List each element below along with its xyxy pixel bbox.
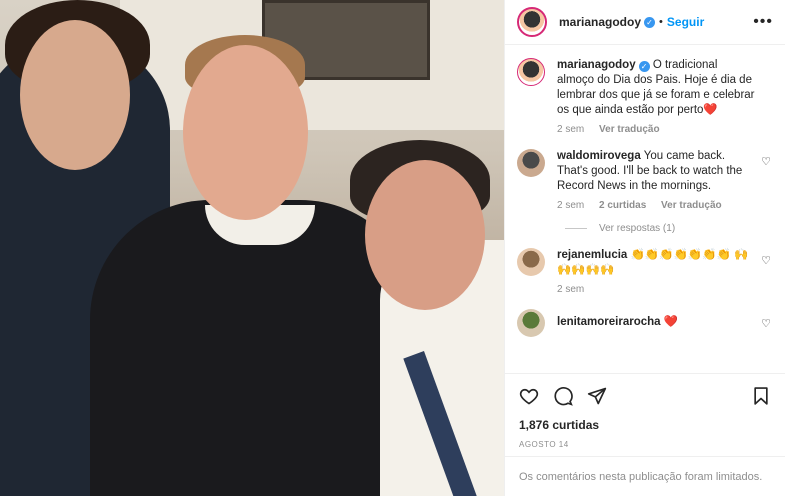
comment-username[interactable]: lenitamoreirarocha bbox=[557, 316, 661, 328]
comment-text: lenitamoreirarocha ❤️ bbox=[557, 315, 755, 330]
view-replies-label: Ver respostas (1) bbox=[599, 223, 676, 234]
comment-translate-link[interactable]: Ver tradução bbox=[661, 200, 722, 211]
caption-heart-emoji: ❤️ bbox=[703, 104, 718, 116]
comment-meta: 2 sem bbox=[557, 284, 755, 295]
post-header: marianagodoy ✓ • Seguir ••• bbox=[505, 0, 785, 45]
post-actions: 1,876 curtidas AGOSTO 14 bbox=[505, 373, 785, 449]
bookmark-icon[interactable] bbox=[751, 386, 771, 406]
share-paper-plane-icon[interactable] bbox=[587, 386, 607, 406]
caption-time[interactable]: 2 sem bbox=[557, 124, 584, 135]
verified-badge-icon: ✓ bbox=[638, 61, 650, 72]
comment-username[interactable]: rejanemlucia bbox=[557, 249, 627, 261]
verified-badge-icon: ✓ bbox=[644, 16, 656, 28]
comment-likes[interactable]: 2 curtidas bbox=[599, 200, 646, 211]
likes-count[interactable]: 1,876 curtidas bbox=[519, 418, 771, 432]
caption-item: marianagodoy ✓ O tradicional almoço do Di… bbox=[517, 58, 773, 135]
caption-translate-link[interactable]: Ver tradução bbox=[599, 124, 660, 135]
author-info: marianagodoy ✓ • Seguir bbox=[559, 15, 704, 29]
comment-like-heart-icon[interactable]: ♡ bbox=[761, 254, 771, 267]
caption-username[interactable]: marianagodoy bbox=[557, 59, 636, 71]
comment-time[interactable]: 2 sem bbox=[557, 284, 584, 295]
comment-body: lenitamoreirarocha ❤️ bbox=[557, 309, 773, 337]
comment-avatar[interactable] bbox=[517, 248, 545, 276]
comment-item: waldomirovega You came back. That's good… bbox=[517, 149, 773, 211]
caption-text: marianagodoy ✓ O tradicional almoço do Di… bbox=[557, 58, 755, 118]
instagram-post-view: marianagodoy ✓ • Seguir ••• marianagodoy… bbox=[0, 0, 785, 496]
more-options-icon[interactable]: ••• bbox=[753, 13, 773, 31]
like-heart-icon[interactable] bbox=[519, 386, 539, 406]
separator-dot: • bbox=[659, 16, 663, 28]
photo-person-left-face bbox=[20, 20, 130, 170]
follow-button[interactable]: Seguir bbox=[667, 15, 704, 29]
comment-bubble-icon[interactable] bbox=[553, 386, 573, 406]
comment-body: rejanemlucia 👏👏👏👏👏👏👏 🙌🙌🙌🙌🙌 2 sem bbox=[557, 248, 773, 295]
comment-time[interactable]: 2 sem bbox=[557, 200, 584, 211]
comment-avatar[interactable] bbox=[517, 149, 545, 177]
comment-like-heart-icon[interactable]: ♡ bbox=[761, 155, 771, 168]
photo-person-right-face bbox=[365, 160, 485, 310]
caption-body: marianagodoy ✓ O tradicional almoço do Di… bbox=[557, 58, 773, 135]
comment-username[interactable]: waldomirovega bbox=[557, 150, 641, 162]
author-username[interactable]: marianagodoy bbox=[559, 15, 641, 29]
comment-meta: 2 sem 2 curtidas Ver tradução bbox=[557, 200, 755, 211]
comment-item: lenitamoreirarocha ❤️ ♡ bbox=[517, 309, 773, 337]
comment-item: rejanemlucia 👏👏👏👏👏👏👏 🙌🙌🙌🙌🙌 2 sem ♡ bbox=[517, 248, 773, 295]
comment-text: waldomirovega You came back. That's good… bbox=[557, 149, 755, 194]
action-icons-bar bbox=[519, 384, 771, 408]
comment-text: rejanemlucia 👏👏👏👏👏👏👏 🙌🙌🙌🙌🙌 bbox=[557, 248, 755, 278]
post-side-panel: marianagodoy ✓ • Seguir ••• marianagodoy… bbox=[504, 0, 785, 496]
caption-avatar[interactable] bbox=[517, 58, 545, 86]
photo-person-center-face bbox=[183, 45, 308, 220]
comment-avatar[interactable] bbox=[517, 309, 545, 337]
comment-like-heart-icon[interactable]: ♡ bbox=[761, 317, 771, 330]
caption-meta: 2 sem Ver tradução bbox=[557, 124, 755, 135]
replies-line bbox=[565, 228, 587, 229]
author-avatar[interactable] bbox=[517, 7, 547, 37]
comments-list[interactable]: marianagodoy ✓ O tradicional almoço do Di… bbox=[505, 46, 785, 373]
view-replies-button[interactable]: Ver respostas (1) bbox=[565, 223, 773, 234]
post-photo[interactable] bbox=[0, 0, 504, 496]
comments-limited-notice: Os comentários nesta publicação foram li… bbox=[505, 456, 785, 496]
comment-body: waldomirovega You came back. That's good… bbox=[557, 149, 773, 211]
comment-heart-emoji: ❤️ bbox=[663, 316, 679, 328]
post-date[interactable]: AGOSTO 14 bbox=[519, 440, 771, 449]
